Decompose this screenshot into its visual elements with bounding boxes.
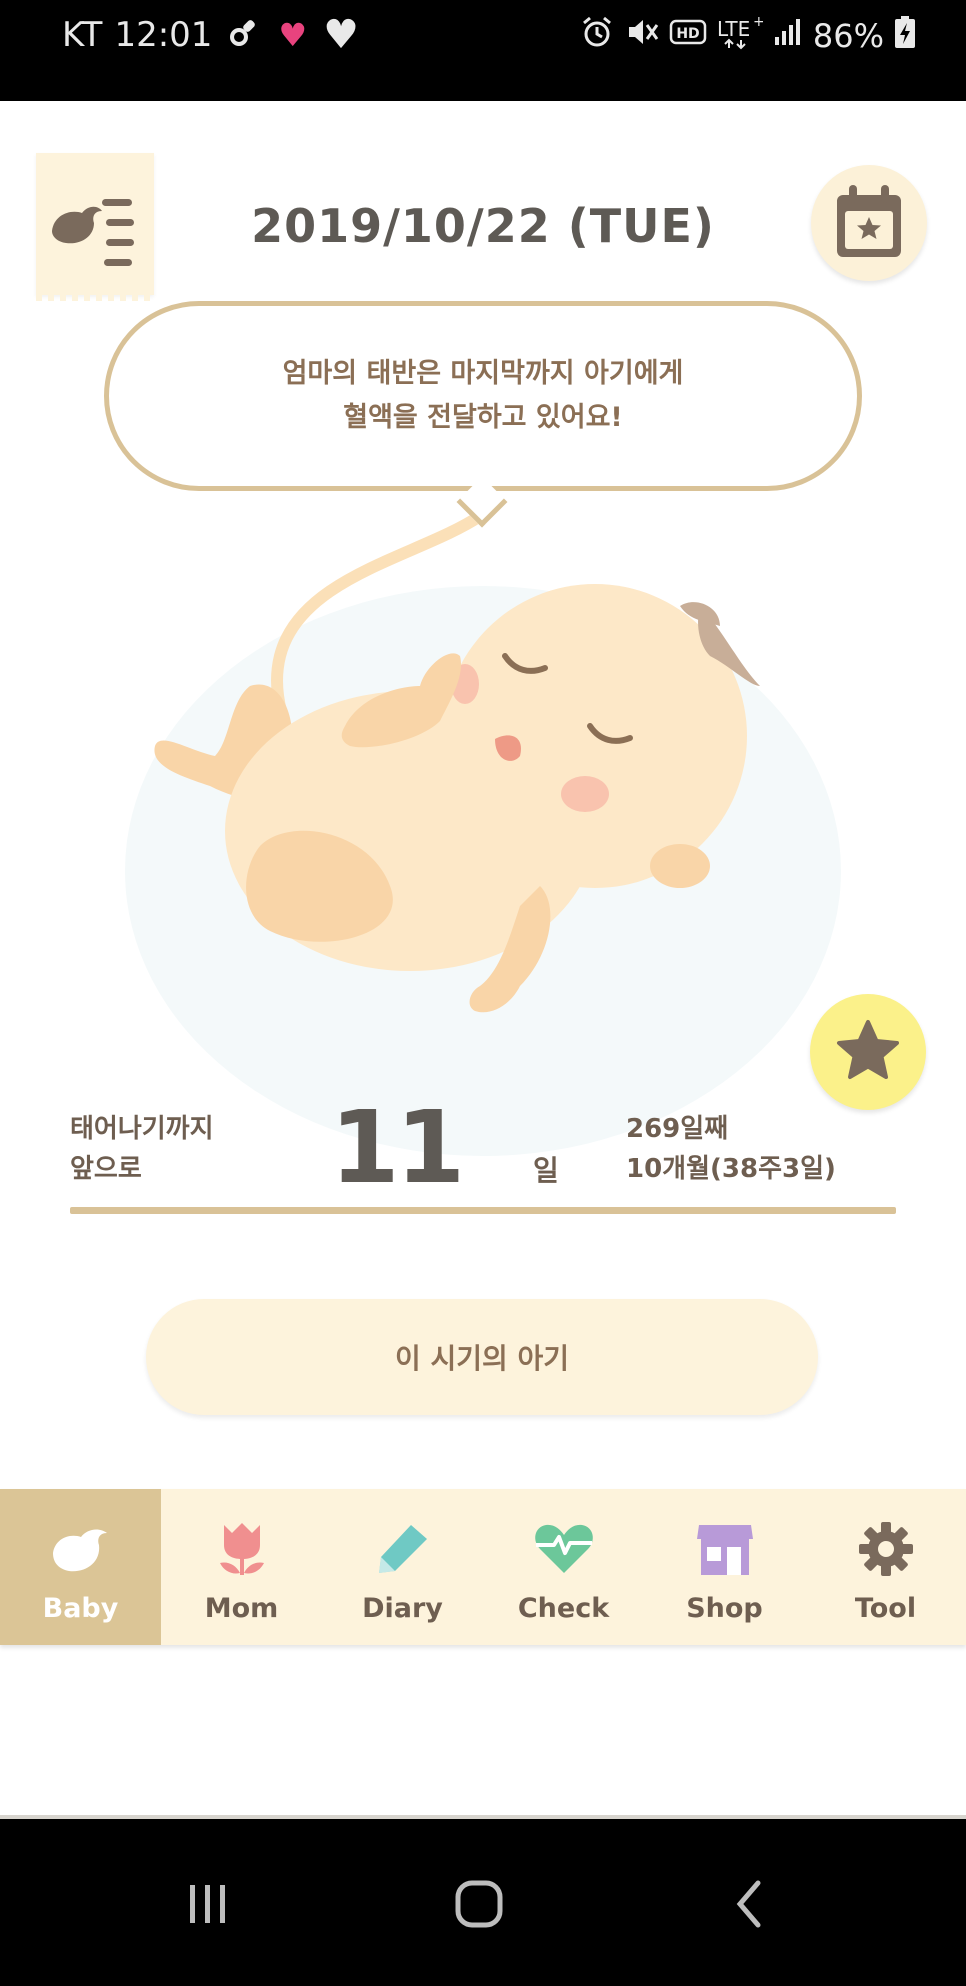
- home-icon: [455, 1880, 503, 1928]
- tab-diary-label: Diary: [362, 1593, 443, 1624]
- countdown-label-line1: 태어나기까지: [70, 1114, 214, 1144]
- app-screen: 2019/10/22 (TUE) 엄마의 태반은 마지막까지 아기에게 혈액을 …: [0, 101, 966, 1819]
- date-title: 2019/10/22 (TUE): [251, 199, 715, 253]
- recent-apps-button[interactable]: [168, 1869, 248, 1939]
- countdown-label: 태어나기까지 앞으로: [70, 1109, 214, 1189]
- day-count: 269일째: [626, 1114, 729, 1144]
- status-bar: KT 12:01 ♥ ♥ HD LTE + 86%: [0, 0, 966, 101]
- days-left-number: 11: [330, 1089, 465, 1206]
- fetus-illustration: [125, 510, 841, 1156]
- back-button[interactable]: [710, 1869, 790, 1939]
- favorite-button[interactable]: [810, 994, 926, 1110]
- tab-mom-label: Mom: [204, 1593, 279, 1624]
- clock: 12:01: [114, 15, 213, 55]
- bird-menu-icon: [52, 199, 134, 266]
- tab-baby[interactable]: Baby: [0, 1489, 161, 1645]
- baby-this-period-button[interactable]: 이 시기의 아기: [146, 1299, 818, 1415]
- system-nav-bar: [0, 1819, 966, 1986]
- svg-text:+: +: [753, 14, 763, 30]
- divider-line: [70, 1207, 896, 1214]
- tab-baby-label: Baby: [42, 1593, 119, 1624]
- status-right: HD LTE + 86%: [579, 14, 916, 58]
- bird-icon: [52, 1529, 107, 1572]
- pregnancy-day-info: 269일째 10개월(38주3일): [626, 1109, 836, 1189]
- mute-icon: [625, 15, 659, 57]
- battery-charging-icon: [894, 15, 916, 57]
- svg-text:LTE: LTE: [717, 17, 750, 41]
- countdown-label-line2: 앞으로: [70, 1154, 142, 1184]
- days-unit: 일: [533, 1154, 559, 1187]
- heart-pink-icon: ♥: [278, 16, 308, 54]
- lte-icon: LTE +: [717, 14, 765, 58]
- gear-icon: [858, 1522, 913, 1576]
- tab-shop[interactable]: Shop: [644, 1489, 805, 1645]
- home-button[interactable]: [438, 1869, 518, 1939]
- calendar-button[interactable]: [811, 165, 927, 281]
- tab-tool[interactable]: Tool: [805, 1489, 966, 1645]
- heart-white-icon: ♥: [323, 12, 359, 58]
- tab-check-label: Check: [517, 1593, 610, 1624]
- store-icon: [696, 1525, 753, 1575]
- svg-text:HD: HD: [676, 26, 699, 42]
- heartbeat-icon: [534, 1524, 593, 1573]
- signal-icon: [773, 17, 803, 55]
- carrier-label: KT: [62, 15, 103, 55]
- month-week: 10개월(38주3일): [626, 1154, 836, 1184]
- tab-diary[interactable]: Diary: [322, 1489, 483, 1645]
- speech-bubble: 엄마의 태반은 마지막까지 아기에게 혈액을 전달하고 있어요!: [104, 301, 862, 491]
- pacifier-icon: [228, 14, 262, 56]
- pencil-icon: [378, 1525, 427, 1573]
- tab-shop-label: Shop: [686, 1593, 763, 1624]
- bottom-nav: Baby Mom Diary Check Shop Tool: [0, 1489, 966, 1645]
- bubble-text-line2: 혈액을 전달하고 있어요!: [343, 402, 623, 433]
- tab-check[interactable]: Check: [483, 1489, 644, 1645]
- tulip-icon: [219, 1523, 264, 1575]
- calendar-star-icon: [837, 185, 901, 257]
- recent-apps-icon: [190, 1885, 225, 1923]
- status-left: KT 12:01 ♥ ♥: [62, 14, 359, 56]
- alarm-icon: [579, 14, 615, 58]
- tab-tool-label: Tool: [854, 1593, 917, 1624]
- star-icon: [837, 1020, 899, 1079]
- bubble-text-line1: 엄마의 태반은 마지막까지 아기에게: [282, 358, 684, 389]
- battery-percent: 86%: [812, 17, 884, 55]
- back-chevron-icon: [736, 1880, 761, 1928]
- menu-button[interactable]: [36, 153, 154, 301]
- hd-icon: HD: [669, 17, 707, 55]
- tab-mom[interactable]: Mom: [161, 1489, 322, 1645]
